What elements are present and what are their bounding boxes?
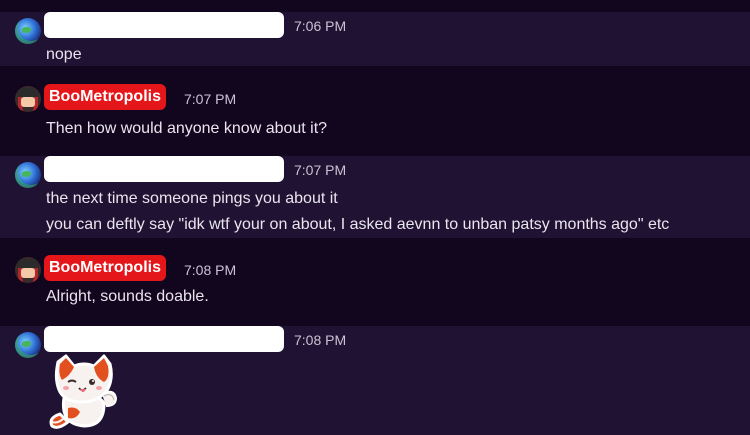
message-text: nope: [46, 46, 82, 63]
message-text: you can deftly say "idk wtf your on abou…: [46, 216, 670, 233]
user-avatar-boometropolis[interactable]: [15, 86, 41, 112]
author-name[interactable]: BooMetropolis: [44, 255, 166, 281]
message-text: Then how would anyone know about it?: [46, 120, 328, 137]
message-timestamp: 7:07 PM: [294, 162, 347, 178]
message-timestamp: 7:07 PM: [184, 91, 237, 107]
user-avatar-globe[interactable]: [15, 18, 41, 44]
message-item: BooMetropolis 7:08 PM Alright, sounds do…: [0, 255, 750, 315]
redacted-username: [44, 156, 284, 182]
message-timestamp: 7:08 PM: [294, 332, 347, 348]
user-avatar-globe[interactable]: [15, 162, 41, 188]
message-item: BooMetropolis 7:07 PM Then how would any…: [0, 84, 750, 144]
redacted-username: [44, 326, 284, 352]
author-name[interactable]: BooMetropolis: [44, 84, 166, 110]
message-item: 7:06 PM nope: [0, 12, 750, 66]
cat-sticker[interactable]: [46, 352, 122, 430]
message-item: 7:07 PM the next time someone pings you …: [0, 156, 750, 238]
user-avatar-boometropolis[interactable]: [15, 257, 41, 283]
redacted-username: [44, 12, 284, 38]
message-text: Alright, sounds doable.: [46, 288, 209, 305]
message-timestamp: 7:06 PM: [294, 18, 347, 34]
message-timestamp: 7:08 PM: [184, 262, 237, 278]
user-avatar-globe[interactable]: [15, 332, 41, 358]
message-text: the next time someone pings you about it: [46, 190, 338, 207]
